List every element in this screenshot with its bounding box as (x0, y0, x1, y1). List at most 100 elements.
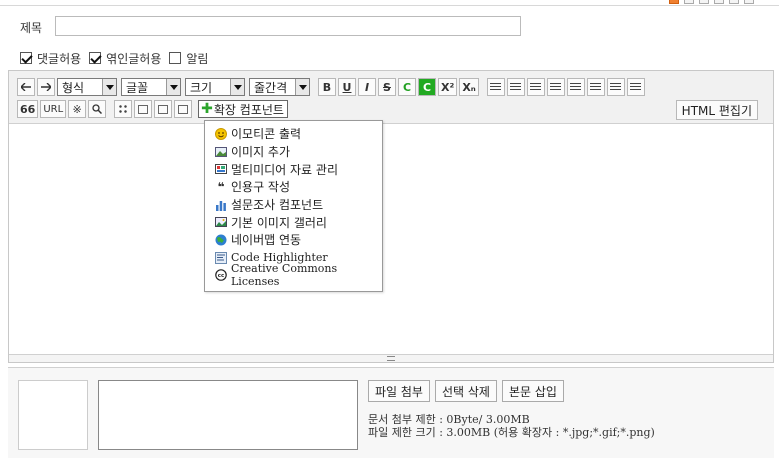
insert-into-body-button[interactable]: 본문 삽입 (501, 380, 564, 402)
redo-button[interactable] (37, 78, 55, 96)
rss-icon[interactable] (669, 0, 679, 4)
menu-item-image[interactable]: 이미지 추가 (215, 143, 382, 161)
option-allow-comments[interactable]: 댓글허용 (20, 50, 81, 67)
outdent-icon (610, 82, 622, 92)
menu-item-quote[interactable]: ❝ 인용구 작성 (215, 178, 382, 196)
box-icon (138, 104, 149, 114)
quote-button[interactable]: 66 (17, 100, 39, 118)
editor-resize-bar[interactable] (9, 354, 773, 362)
underline-button[interactable]: U (338, 78, 356, 96)
insert-table-button[interactable] (114, 100, 133, 118)
extension-component-button[interactable]: ✚ 확장 컴포넌트 (198, 100, 288, 118)
window-control-icon[interactable] (699, 0, 709, 4)
line-height-select[interactable]: 줄간격 (249, 78, 310, 96)
extension-component-menu: 이모티콘 출력 이미지 추가 멀티미디어 자료 관리 ❝ 인용구 작성 설문조사… (204, 120, 383, 292)
allow-trackbacks-checkbox[interactable] (89, 52, 102, 64)
option-label: 엮인글허용 (106, 51, 162, 66)
undo-button[interactable] (17, 78, 35, 96)
special-char-button[interactable]: ※ (68, 100, 87, 118)
notify-checkbox[interactable] (169, 52, 182, 64)
outdent-button[interactable] (606, 78, 625, 96)
html-editor-button[interactable]: HTML 편집기 (675, 100, 758, 120)
menu-item-emoticon[interactable]: 이모티콘 출력 (215, 125, 382, 143)
align-left-button[interactable] (486, 78, 505, 96)
table-icon (118, 104, 129, 114)
multimedia-icon (215, 163, 227, 175)
split-cells-button[interactable] (174, 100, 193, 118)
font-select-value: 글꼴 (126, 80, 149, 95)
menu-item-label: 멀티미디어 자료 관리 (231, 162, 338, 177)
subscript-button[interactable]: Xₙ (459, 78, 479, 96)
align-right-icon (530, 82, 542, 92)
option-notify[interactable]: 알림 (169, 50, 208, 67)
strikethrough-button[interactable]: S (378, 78, 396, 96)
merge-cells-button[interactable] (154, 100, 173, 118)
window-control-icon[interactable] (729, 0, 739, 4)
attachment-file-list[interactable] (98, 380, 358, 450)
bold-button[interactable]: B (318, 78, 336, 96)
option-label: 댓글허용 (37, 51, 82, 66)
menu-item-creative-commons[interactable]: cc Creative Commons Licenses (215, 262, 382, 288)
attach-file-button[interactable]: 파일 첨부 (368, 380, 430, 402)
window-control-icon[interactable] (744, 0, 754, 4)
globe-icon (215, 234, 227, 246)
insert-box-button[interactable] (134, 100, 153, 118)
file-size-limit-text: 파일 제한 크기 : 3.00MB (허용 확장자 : *.jpg;*.gif;… (368, 426, 655, 439)
poll-chart-icon (215, 199, 227, 211)
option-label: 알림 (186, 51, 209, 66)
ordered-list-button[interactable] (566, 78, 585, 96)
ordered-list-icon (570, 82, 582, 92)
plus-icon: ✚ (201, 101, 213, 117)
gallery-icon (215, 216, 227, 228)
unordered-list-button[interactable] (586, 78, 605, 96)
menu-item-gallery[interactable]: 기본 이미지 갤러리 (215, 213, 382, 231)
chevron-down-icon (295, 79, 309, 95)
background-color-button[interactable]: C (418, 78, 436, 96)
attachment-info: 문서 첨부 제한 : 0Byte/ 3.00MB 파일 제한 크기 : 3.00… (368, 413, 655, 439)
menu-item-naver-map[interactable]: 네이버맵 연동 (215, 231, 382, 249)
menu-item-poll[interactable]: 설문조사 컴포넌트 (215, 196, 382, 214)
menu-item-label: Creative Commons Licenses (231, 262, 338, 289)
delete-selected-button[interactable]: 선택 삭제 (434, 380, 497, 402)
align-justify-button[interactable] (546, 78, 565, 96)
rich-text-editor: 형식 글꼴 크기 줄간격 B U I S C C X² Xₙ 66 URL ※ … (8, 70, 774, 363)
align-justify-icon (550, 82, 562, 92)
allow-comments-checkbox[interactable] (20, 52, 32, 64)
format-select[interactable]: 형식 (57, 78, 117, 96)
font-color-button[interactable]: C (398, 78, 416, 96)
line-height-select-value: 줄간격 (254, 80, 288, 95)
menu-item-multimedia[interactable]: 멀티미디어 자료 관리 (215, 160, 382, 178)
unordered-list-icon (590, 82, 602, 92)
attachment-preview (18, 380, 88, 450)
svg-text:cc: cc (218, 274, 225, 280)
quote-icon: ❝ (217, 179, 225, 194)
search-icon (92, 104, 103, 114)
split-cells-icon (178, 104, 189, 114)
menu-item-label: 기본 이미지 갤러리 (231, 215, 327, 230)
indent-icon (630, 82, 642, 92)
find-button[interactable] (88, 100, 107, 118)
align-center-button[interactable] (506, 78, 525, 96)
extension-button-label: 확장 컴포넌트 (213, 102, 284, 117)
size-select[interactable]: 크기 (185, 78, 245, 96)
menu-item-label: 이미지 추가 (231, 145, 291, 160)
window-control-icon[interactable] (714, 0, 724, 4)
title-input[interactable] (55, 16, 521, 36)
chevron-down-icon (102, 79, 116, 95)
align-right-button[interactable] (526, 78, 545, 96)
arrow-left-icon (21, 83, 31, 91)
italic-button[interactable]: I (358, 78, 376, 96)
resize-grip-icon[interactable] (387, 356, 395, 361)
menu-item-label: 설문조사 컴포넌트 (231, 198, 324, 213)
url-button[interactable]: URL (40, 100, 67, 118)
merge-cells-icon (158, 104, 169, 114)
title-row: 제목 (0, 6, 779, 44)
post-options: 댓글허용 엮인글허용 알림 (20, 50, 216, 66)
emoticon-icon (215, 127, 227, 140)
option-allow-trackbacks[interactable]: 엮인글허용 (89, 50, 161, 67)
superscript-button[interactable]: X² (438, 78, 458, 96)
menu-item-label: 네이버맵 연동 (231, 233, 302, 248)
window-control-icon[interactable] (684, 0, 694, 4)
font-select[interactable]: 글꼴 (121, 78, 181, 96)
indent-button[interactable] (626, 78, 645, 96)
